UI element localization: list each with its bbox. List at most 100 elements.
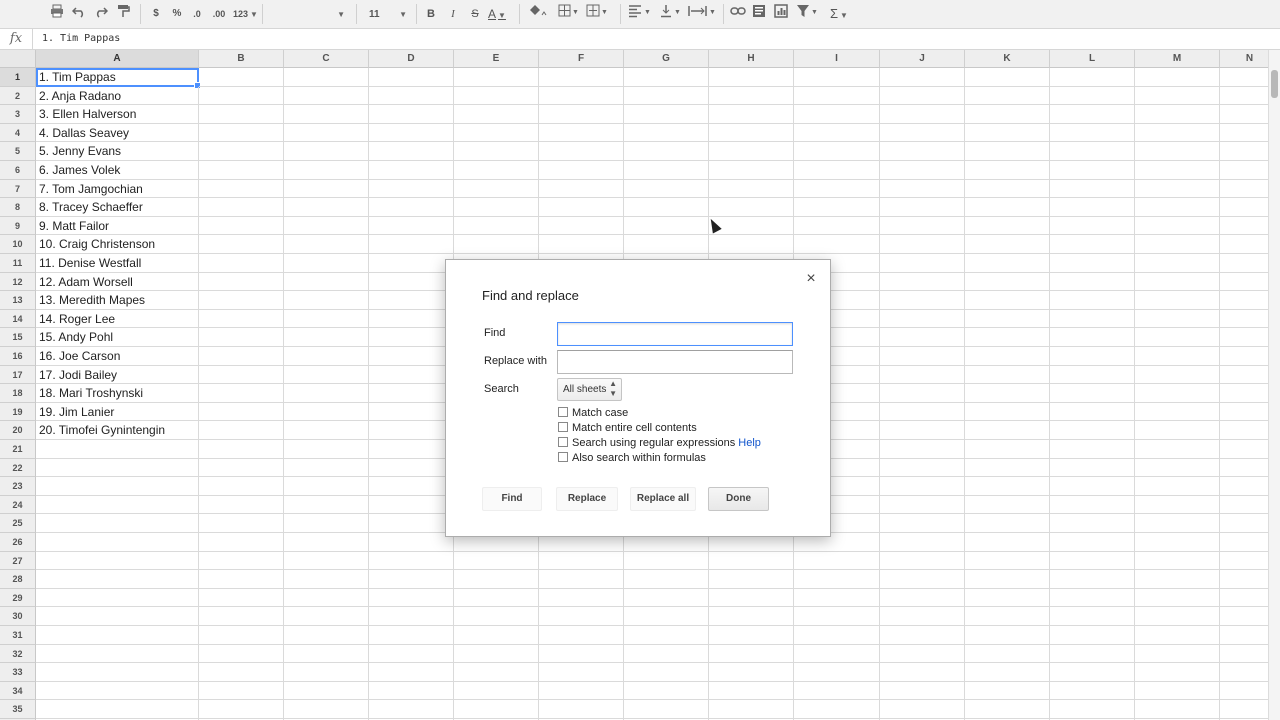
grid-cell[interactable] (539, 588, 624, 608)
grid-cell[interactable] (624, 86, 709, 106)
grid-cell[interactable] (1220, 310, 1268, 329)
grid-cell[interactable] (369, 142, 454, 161)
grid-cell[interactable] (284, 458, 369, 478)
row-header[interactable]: 25 (0, 514, 36, 533)
grid-cell[interactable] (284, 421, 369, 440)
grid-cell[interactable] (1050, 291, 1135, 310)
done-button[interactable]: Done (708, 487, 769, 511)
grid-cell[interactable]: 10. Craig Christenson (36, 235, 199, 254)
grid-cell[interactable] (965, 495, 1050, 515)
row-header[interactable]: 27 (0, 551, 36, 571)
grid-cell[interactable] (284, 477, 369, 496)
grid-cell[interactable] (284, 291, 369, 310)
text-color-button[interactable]: A ▼ (488, 4, 506, 24)
grid-cell[interactable] (36, 570, 199, 589)
grid-cell[interactable] (624, 626, 709, 645)
grid-cell[interactable] (199, 86, 284, 106)
grid-cell[interactable] (709, 198, 794, 217)
grid-cell[interactable] (880, 235, 965, 254)
grid-cell[interactable] (1135, 402, 1220, 422)
grid-cell[interactable] (880, 272, 965, 292)
grid-cell[interactable] (1220, 663, 1268, 682)
grid-cell[interactable] (1220, 291, 1268, 310)
row-header[interactable]: 18 (0, 384, 36, 403)
grid-cell[interactable] (1135, 681, 1220, 701)
grid-cell[interactable] (624, 142, 709, 161)
grid-cell[interactable] (369, 328, 454, 347)
grid-cell[interactable] (1220, 366, 1268, 385)
grid-cell[interactable] (1050, 216, 1135, 236)
grid-cell[interactable] (1220, 105, 1268, 124)
grid-cell[interactable] (709, 123, 794, 143)
match-case-option[interactable]: Match case (558, 407, 628, 421)
row-header[interactable]: 5 (0, 142, 36, 161)
grid-cell[interactable]: 13. Meredith Mapes (36, 291, 199, 310)
grid-cell[interactable] (284, 142, 369, 161)
grid-cell[interactable] (1135, 533, 1220, 552)
grid-cell[interactable] (284, 347, 369, 366)
grid-cell[interactable] (1135, 551, 1220, 571)
grid-cell[interactable] (709, 68, 794, 87)
grid-cell[interactable] (709, 105, 794, 124)
grid-cell[interactable] (284, 309, 369, 329)
grid-cell[interactable] (794, 105, 880, 124)
grid-cell[interactable] (880, 588, 965, 608)
grid-cell[interactable] (1050, 161, 1135, 180)
grid-cell[interactable] (1135, 198, 1220, 217)
grid-cell[interactable] (369, 644, 454, 664)
column-header-n[interactable]: N (1220, 50, 1268, 68)
grid-cell[interactable] (369, 495, 454, 515)
grid-cell[interactable] (199, 644, 284, 664)
grid-cell[interactable] (1220, 180, 1268, 199)
grid-cell[interactable] (1135, 663, 1220, 682)
grid-cell[interactable] (1050, 607, 1135, 626)
grid-cell[interactable] (369, 254, 454, 273)
redo-icon[interactable] (94, 4, 109, 24)
grid-cell[interactable] (1135, 607, 1220, 626)
grid-cell[interactable] (709, 570, 794, 589)
grid-cell[interactable] (36, 626, 199, 645)
grid-cell[interactable] (880, 477, 965, 496)
grid-cell[interactable] (624, 551, 709, 571)
grid-cell[interactable] (880, 123, 965, 143)
grid-cell[interactable] (794, 570, 880, 589)
grid-cell[interactable] (709, 626, 794, 645)
grid-cell[interactable] (199, 384, 284, 403)
grid-cell[interactable] (36, 663, 199, 682)
grid-cell[interactable] (624, 570, 709, 589)
grid-cell[interactable] (880, 681, 965, 701)
grid-cell[interactable] (369, 681, 454, 701)
grid-cell[interactable] (880, 440, 965, 459)
vertical-scrollbar[interactable] (1268, 50, 1280, 720)
grid-cell[interactable] (454, 626, 539, 645)
grid-cell[interactable] (880, 551, 965, 571)
grid-cell[interactable] (880, 198, 965, 217)
grid-cell[interactable] (624, 198, 709, 217)
grid-cell[interactable]: 11. Denise Westfall (36, 254, 199, 273)
grid-cell[interactable] (965, 216, 1050, 236)
grid-cell[interactable] (1135, 588, 1220, 608)
grid-cell[interactable] (369, 570, 454, 589)
row-header[interactable]: 29 (0, 588, 36, 608)
grid-cell[interactable]: 17. Jodi Bailey (36, 365, 199, 385)
scrollbar-thumb[interactable] (1271, 70, 1278, 98)
grid-cell[interactable] (709, 700, 794, 719)
grid-cell[interactable] (624, 179, 709, 199)
font-family-dropdown[interactable]: ▼ (266, 4, 350, 23)
grid-cell[interactable] (965, 272, 1050, 292)
grid-cell[interactable] (199, 179, 284, 199)
replace-all-button[interactable]: Replace all (630, 487, 696, 511)
grid-cell[interactable] (369, 421, 454, 440)
grid-cell[interactable] (1220, 570, 1268, 589)
grid-cell[interactable] (36, 644, 199, 664)
grid-cell[interactable] (1135, 161, 1220, 180)
grid-cell[interactable] (1135, 272, 1220, 292)
grid-cell[interactable] (880, 533, 965, 552)
grid-cell[interactable] (284, 402, 369, 422)
column-header-c[interactable]: C (284, 50, 369, 68)
grid-cell[interactable] (454, 68, 539, 87)
grid-cell[interactable] (794, 235, 880, 254)
grid-cell[interactable] (1220, 347, 1268, 366)
grid-cell[interactable] (454, 123, 539, 143)
grid-cell[interactable] (965, 570, 1050, 589)
